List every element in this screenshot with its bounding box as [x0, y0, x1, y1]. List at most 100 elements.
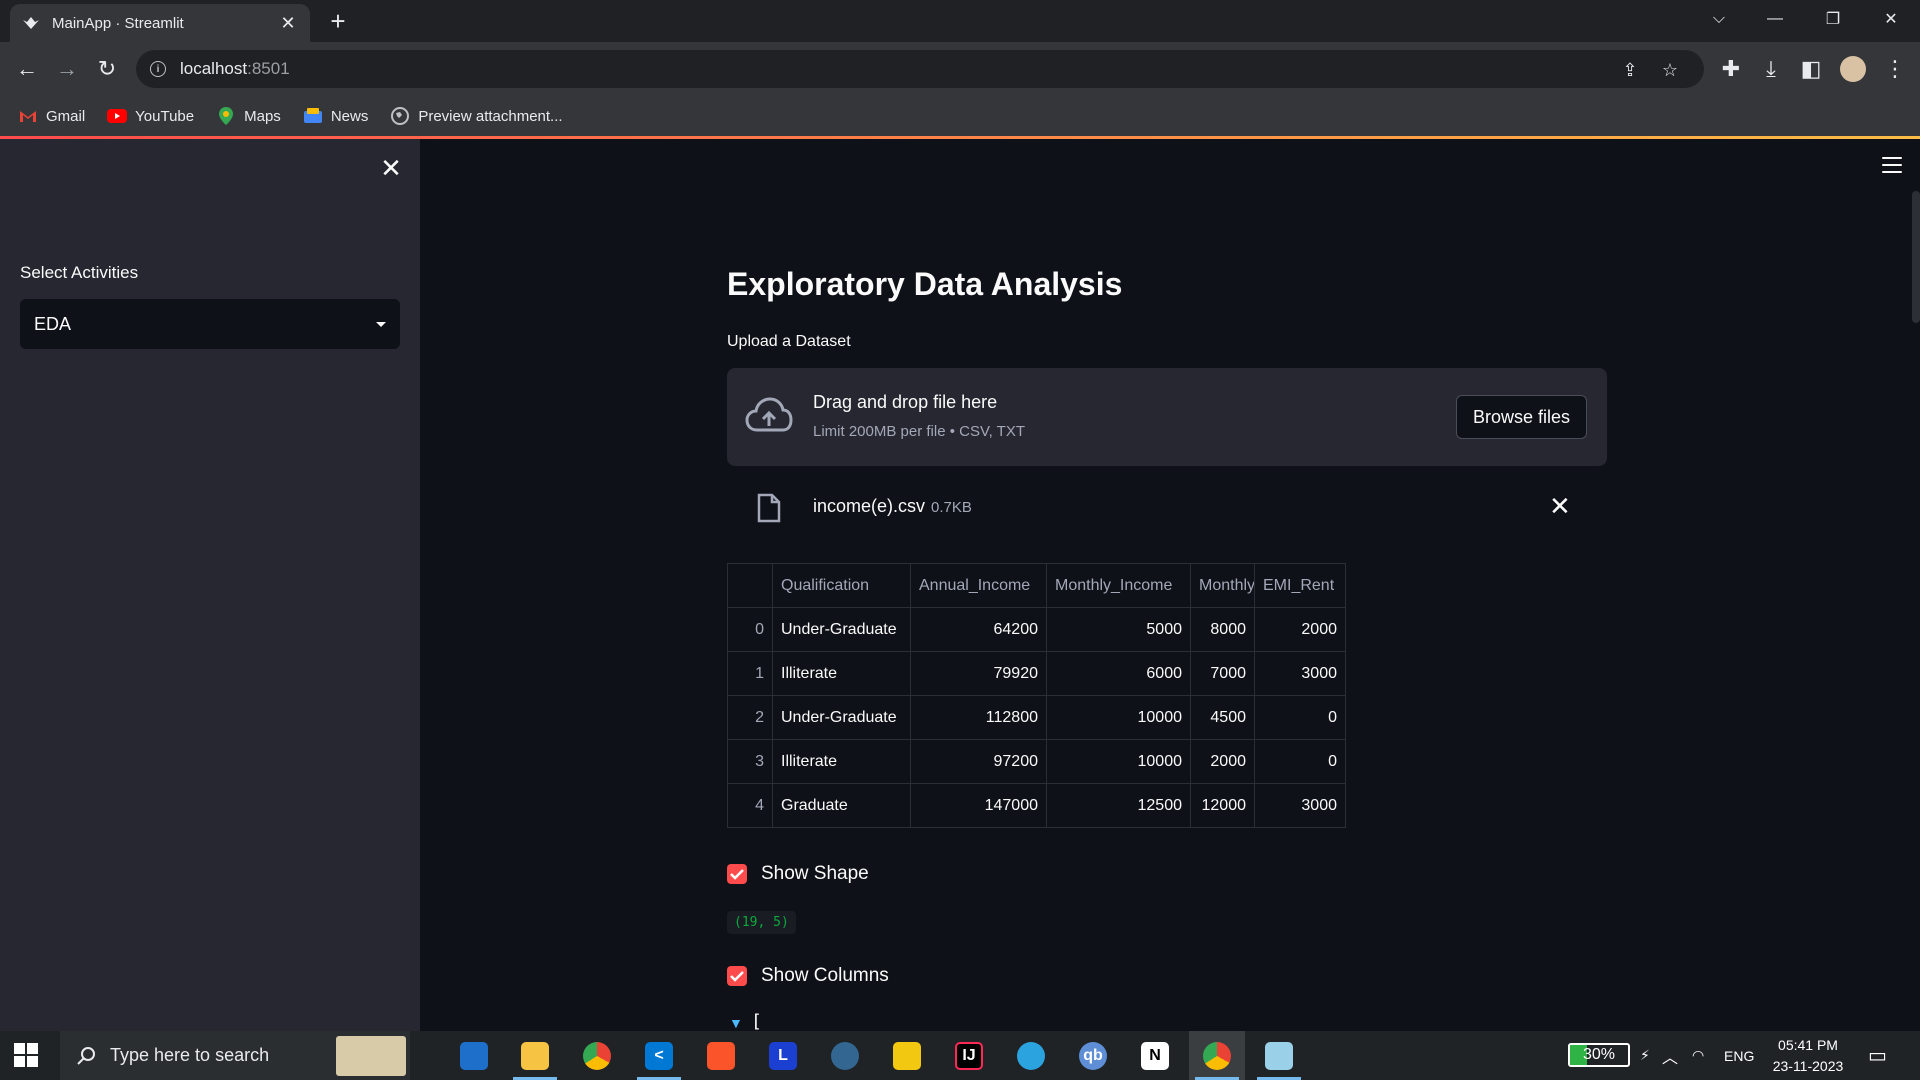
tab-search-chevron-icon[interactable]: ⌵ — [1690, 0, 1748, 38]
clock[interactable]: 05:41 PM 23-11-2023 — [1762, 1035, 1854, 1077]
reload-icon[interactable]: ↻ — [92, 54, 122, 84]
table-cell[interactable]: Graduate — [772, 783, 911, 828]
taskbar-app-notion[interactable]: N — [1127, 1031, 1183, 1080]
chevron-up-icon[interactable]: ︿ — [1662, 1031, 1678, 1080]
table-cell[interactable]: 79920 — [910, 651, 1047, 696]
table-cell[interactable]: 0 — [1254, 739, 1346, 784]
shape-output: (19, 5) — [727, 911, 796, 934]
scrollbar-thumb[interactable] — [1912, 191, 1920, 323]
column-header[interactable]: EMI_Rent — [1254, 563, 1346, 608]
taskbar-app-telegram[interactable] — [1003, 1031, 1059, 1080]
table-cell[interactable]: 8000 — [1190, 607, 1255, 652]
table-cell[interactable]: 112800 — [910, 695, 1047, 740]
youtube-icon — [107, 108, 128, 124]
table-cell[interactable]: 147000 — [910, 783, 1047, 828]
file-dropzone[interactable]: Drag and drop file here Limit 200MB per … — [727, 368, 1607, 466]
taskbar-search[interactable]: Type here to search — [60, 1031, 410, 1080]
table-cell[interactable]: 6000 — [1046, 651, 1191, 696]
show-columns-checkbox[interactable]: Show Columns — [727, 965, 889, 987]
table-cell[interactable]: 7000 — [1190, 651, 1255, 696]
column-header[interactable]: Annual_Income — [910, 563, 1047, 608]
activities-select[interactable]: EDA — [20, 299, 400, 349]
remove-file-icon[interactable]: ✕ — [1549, 491, 1571, 522]
bookmark-youtube[interactable]: YouTube — [107, 108, 194, 125]
taskbar-app-file-explorer[interactable] — [507, 1031, 563, 1080]
battery-indicator[interactable]: 30% — [1568, 1043, 1630, 1067]
table-cell[interactable]: 10000 — [1046, 739, 1191, 784]
bookmark-news[interactable]: News — [303, 108, 368, 125]
taskbar-app-l[interactable]: L — [755, 1031, 811, 1080]
row-index: 0 — [727, 607, 773, 652]
taskbar-app-powerbi[interactable] — [879, 1031, 935, 1080]
table-row: 0 Under-Graduate 64200 5000 8000 2000 — [727, 607, 1346, 652]
main-menu-icon[interactable] — [1882, 157, 1902, 173]
table-cell[interactable]: 2000 — [1190, 739, 1255, 784]
forward-arrow-icon[interactable]: → — [52, 54, 82, 84]
column-header[interactable]: Qualification — [772, 563, 911, 608]
bookmark-star-icon[interactable]: ☆ — [1656, 56, 1684, 84]
table-cell[interactable]: 3000 — [1254, 783, 1346, 828]
charging-plug-icon[interactable]: ⚡ — [1640, 1031, 1650, 1080]
back-arrow-icon[interactable]: ← — [12, 54, 42, 84]
table-cell[interactable]: Illiterate — [772, 651, 911, 696]
show-shape-checkbox[interactable]: Show Shape — [727, 863, 869, 885]
taskbar-app-brave[interactable] — [693, 1031, 749, 1080]
bookmark-gmail[interactable]: Gmail — [18, 108, 85, 125]
language-indicator[interactable]: ENG — [1724, 1031, 1754, 1080]
new-tab-button[interactable]: + — [323, 6, 353, 37]
table-cell[interactable]: 2000 — [1254, 607, 1346, 652]
table-cell[interactable]: 12000 — [1190, 783, 1255, 828]
column-header[interactable]: Monthly_Income — [1046, 563, 1191, 608]
table-cell[interactable]: 97200 — [910, 739, 1047, 784]
table-row: 2 Under-Graduate 112800 10000 4500 0 — [727, 695, 1346, 740]
chrome-icon — [1203, 1041, 1231, 1070]
restore-button[interactable]: ❐ — [1804, 0, 1862, 38]
notification-icon[interactable]: ▭ — [1868, 1031, 1887, 1080]
table-cell[interactable]: 10000 — [1046, 695, 1191, 740]
download-icon[interactable]: ⤓ — [1756, 54, 1786, 84]
table-cell[interactable]: Illiterate — [772, 739, 911, 784]
window-close-button[interactable]: ✕ — [1862, 0, 1920, 38]
table-cell[interactable]: 0 — [1254, 695, 1346, 740]
browser-menu-icon[interactable]: ⋮ — [1880, 54, 1910, 84]
browse-files-button[interactable]: Browse files — [1455, 395, 1587, 439]
column-header[interactable] — [727, 563, 773, 608]
taskbar-app-postgres[interactable] — [817, 1031, 873, 1080]
upload-label: Upload a Dataset — [727, 333, 851, 350]
collapse-caret-icon[interactable]: ▼ — [729, 1015, 743, 1031]
bookmark-maps[interactable]: Maps — [216, 107, 281, 125]
table-cell[interactable]: 5000 — [1046, 607, 1191, 652]
minimize-button[interactable]: — — [1746, 0, 1804, 38]
bookmark-preview-attachment[interactable]: Preview attachment... — [390, 107, 563, 125]
side-panel-icon[interactable]: ◧ — [1796, 54, 1826, 84]
table-cell[interactable]: Under-Graduate — [772, 695, 911, 740]
taskbar-app-intellij[interactable]: IJ — [941, 1031, 997, 1080]
windows-start-icon[interactable] — [14, 1043, 38, 1067]
column-header[interactable]: Monthly — [1190, 563, 1255, 608]
site-info-icon[interactable]: i — [150, 61, 166, 77]
table-cell[interactable]: 3000 — [1254, 651, 1346, 696]
table-cell[interactable]: 12500 — [1046, 783, 1191, 828]
table-cell[interactable]: 4500 — [1190, 695, 1255, 740]
chrome-icon — [583, 1041, 611, 1070]
taskbar-app-qbittorrent[interactable]: qb — [1065, 1031, 1121, 1080]
taskbar-app-glass[interactable] — [1251, 1031, 1307, 1080]
dataframe-table[interactable]: Qualification Annual_Income Monthly_Inco… — [727, 563, 1346, 828]
taskbar-app-chrome[interactable] — [569, 1031, 625, 1080]
tab-close-icon[interactable]: ✕ — [278, 13, 298, 34]
address-bar[interactable]: i localhost:8501 ⇪ ☆ — [136, 50, 1704, 88]
sidebar-close-icon[interactable]: ✕ — [376, 153, 406, 183]
table-cell[interactable]: 64200 — [910, 607, 1047, 652]
brave-icon — [707, 1041, 735, 1070]
taskbar-app-chrome-active[interactable] — [1189, 1031, 1245, 1080]
taskbar-app-desktop[interactable] — [446, 1031, 502, 1080]
wifi-icon[interactable]: ◠ — [1692, 1031, 1704, 1080]
table-cell[interactable]: Under-Graduate — [772, 607, 911, 652]
profile-avatar[interactable] — [1838, 54, 1868, 84]
checkmark-icon — [727, 864, 747, 884]
taskbar-app-vscode[interactable]: < — [631, 1031, 687, 1080]
extensions-puzzle-icon[interactable]: ✚ — [1716, 54, 1746, 84]
share-icon[interactable]: ⇪ — [1616, 56, 1644, 84]
powerbi-icon — [893, 1041, 921, 1070]
browser-tab[interactable]: MainApp · Streamlit ✕ — [10, 4, 310, 42]
